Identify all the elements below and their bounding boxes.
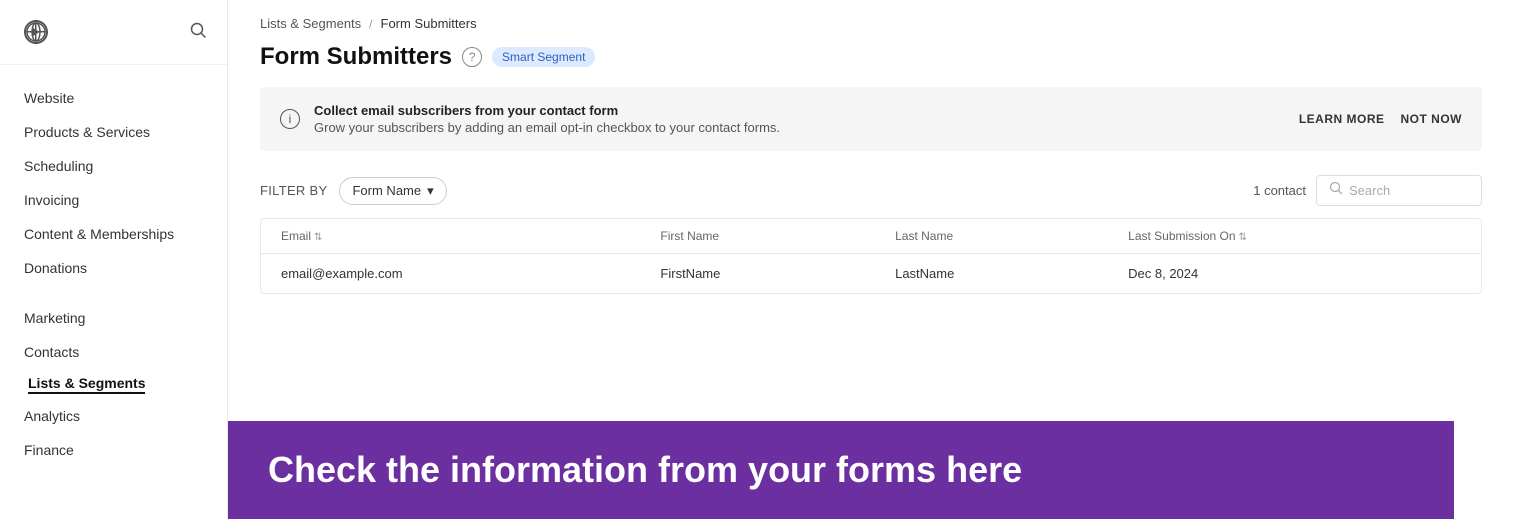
info-icon: i bbox=[280, 109, 300, 129]
sidebar-item-scheduling[interactable]: Scheduling bbox=[0, 149, 227, 183]
breadcrumb-parent[interactable]: Lists & Segments bbox=[260, 16, 361, 31]
breadcrumb: Lists & Segments / Form Submitters bbox=[228, 0, 1514, 39]
sidebar-item-products[interactable]: Products & Services bbox=[0, 115, 227, 149]
sidebar-nav: Website Products & Services Scheduling I… bbox=[0, 65, 227, 483]
filter-row: FILTER BY Form Name ▾ 1 contact bbox=[228, 167, 1514, 218]
chevron-down-icon: ▾ bbox=[427, 183, 434, 199]
banner-text: Collect email subscribers from your cont… bbox=[314, 103, 1285, 135]
tooltip-text: Check the information from your forms he… bbox=[268, 449, 1022, 491]
sub-nav-lists[interactable]: Lists & Segments bbox=[0, 369, 227, 399]
help-icon[interactable]: ? bbox=[462, 47, 482, 67]
sidebar-search-icon[interactable] bbox=[189, 21, 207, 44]
filter-left: FILTER BY Form Name ▾ bbox=[260, 177, 447, 205]
contacts-table: Email⇅ First Name Last Name Last Submiss… bbox=[261, 219, 1481, 293]
banner-title: Collect email subscribers from your cont… bbox=[314, 103, 1285, 118]
form-name-filter[interactable]: Form Name ▾ bbox=[339, 177, 446, 205]
sidebar-item-analytics[interactable]: Analytics bbox=[0, 399, 227, 433]
sidebar-item-contacts[interactable]: Contacts bbox=[0, 335, 227, 369]
smart-segment-badge: Smart Segment bbox=[492, 47, 595, 67]
page-title: Form Submitters bbox=[260, 43, 452, 71]
learn-more-button[interactable]: LEARN MORE bbox=[1299, 112, 1385, 126]
table-header-row: Email⇅ First Name Last Name Last Submiss… bbox=[261, 219, 1481, 254]
sidebar-item-content[interactable]: Content & Memberships bbox=[0, 217, 227, 251]
info-banner: i Collect email subscribers from your co… bbox=[260, 87, 1482, 151]
contact-count: 1 contact bbox=[1253, 183, 1306, 198]
sidebar-item-marketing[interactable]: Marketing bbox=[0, 301, 227, 335]
breadcrumb-current: Form Submitters bbox=[381, 16, 477, 31]
tooltip-overlay: Check the information from your forms he… bbox=[228, 421, 1454, 519]
col-email[interactable]: Email⇅ bbox=[261, 219, 640, 254]
table-container: Email⇅ First Name Last Name Last Submiss… bbox=[260, 218, 1482, 294]
sidebar-item-finance[interactable]: Finance bbox=[0, 433, 227, 467]
table-row: email@example.com FirstName LastName Dec… bbox=[261, 254, 1481, 294]
lists-segments-link[interactable]: Lists & Segments bbox=[28, 375, 145, 394]
main-content: Lists & Segments / Form Submitters Form … bbox=[228, 0, 1514, 519]
sidebar-header bbox=[0, 0, 227, 65]
cell-first-name: FirstName bbox=[640, 254, 875, 294]
banner-subtitle: Grow your subscribers by adding an email… bbox=[314, 120, 1285, 135]
search-input[interactable] bbox=[1349, 183, 1469, 198]
nav-divider bbox=[0, 285, 227, 301]
sidebar: Website Products & Services Scheduling I… bbox=[0, 0, 228, 519]
banner-actions: LEARN MORE NOT NOW bbox=[1299, 112, 1462, 126]
sidebar-item-donations[interactable]: Donations bbox=[0, 251, 227, 285]
breadcrumb-separator: / bbox=[369, 17, 372, 31]
logo[interactable] bbox=[20, 16, 52, 48]
col-last-submission[interactable]: Last Submission On⇅ bbox=[1108, 219, 1481, 254]
not-now-button[interactable]: NOT NOW bbox=[1401, 112, 1463, 126]
filter-by-label: FILTER BY bbox=[260, 183, 327, 198]
col-first-name[interactable]: First Name bbox=[640, 219, 875, 254]
page-title-row: Form Submitters ? Smart Segment bbox=[228, 39, 1514, 87]
cell-last-submission: Dec 8, 2024 bbox=[1108, 254, 1481, 294]
cell-last-name: LastName bbox=[875, 254, 1108, 294]
search-icon bbox=[1329, 181, 1343, 200]
sidebar-item-invoicing[interactable]: Invoicing bbox=[0, 183, 227, 217]
cell-email[interactable]: email@example.com bbox=[261, 254, 640, 294]
col-last-name[interactable]: Last Name bbox=[875, 219, 1108, 254]
search-box[interactable] bbox=[1316, 175, 1482, 206]
form-name-filter-label: Form Name bbox=[352, 183, 421, 198]
filter-right: 1 contact bbox=[1253, 175, 1482, 206]
sidebar-item-website[interactable]: Website bbox=[0, 81, 227, 115]
